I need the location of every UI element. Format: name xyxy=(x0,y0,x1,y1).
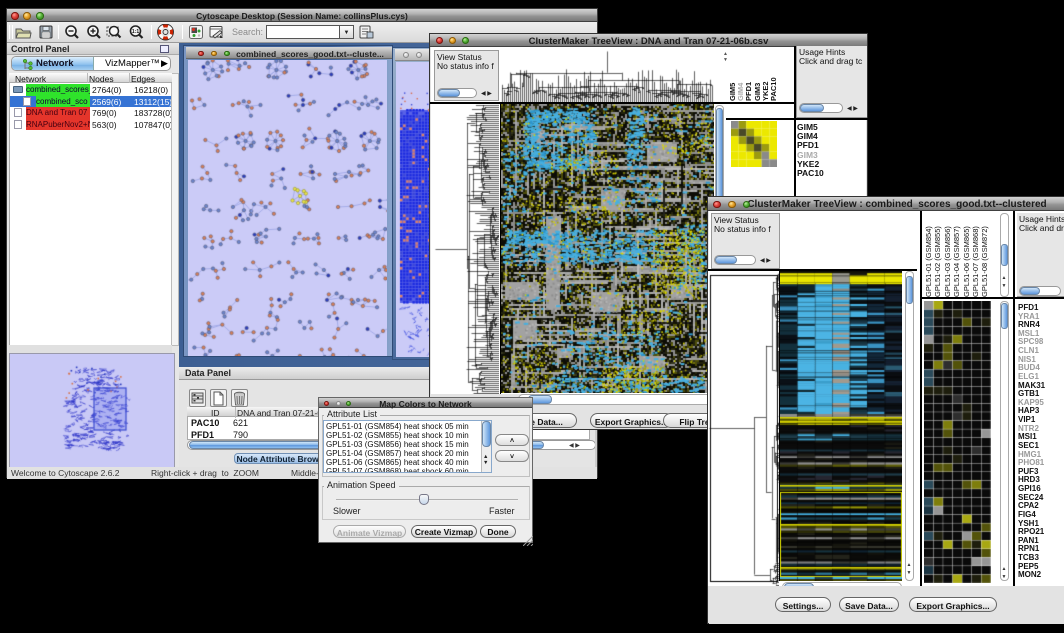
svg-text:1:1: 1:1 xyxy=(132,29,139,35)
